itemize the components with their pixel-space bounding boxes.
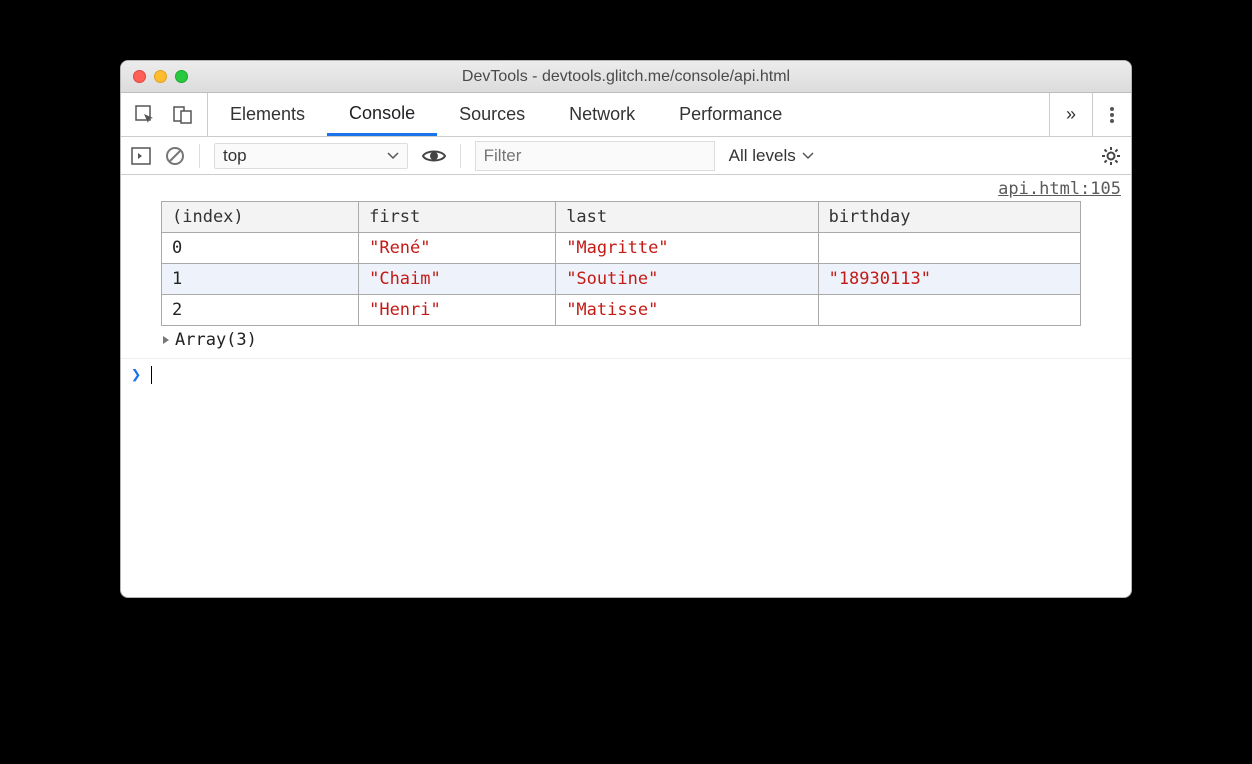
inspect-element-icon[interactable] <box>135 105 155 125</box>
tab-elements[interactable]: Elements <box>208 93 327 136</box>
col-last[interactable]: last <box>556 202 818 233</box>
table-row[interactable]: 1 "Chaim" "Soutine" "18930113" <box>162 264 1081 295</box>
clear-console-icon[interactable] <box>165 146 185 166</box>
tab-network[interactable]: Network <box>547 93 657 136</box>
console-sidebar-toggle-icon[interactable] <box>131 147 151 165</box>
devtools-menu-button[interactable] <box>1092 93 1131 136</box>
console-input[interactable] <box>151 366 1121 384</box>
inspect-controls <box>121 93 208 136</box>
disclosure-triangle-icon <box>161 335 171 345</box>
console-prompt[interactable]: ❯ <box>121 358 1131 391</box>
tab-performance[interactable]: Performance <box>657 93 804 136</box>
table-header-row: (index) first last birthday <box>162 202 1081 233</box>
array-summary[interactable]: Array(3) <box>161 326 1131 350</box>
console-settings-icon[interactable] <box>1101 146 1121 166</box>
cell-first: "Chaim" <box>359 264 556 295</box>
levels-label: All levels <box>729 146 796 166</box>
window-title: DevTools - devtools.glitch.me/console/ap… <box>121 68 1131 86</box>
table-row[interactable]: 2 "Henri" "Matisse" <box>162 295 1081 326</box>
device-toolbar-icon[interactable] <box>173 105 193 125</box>
col-birthday[interactable]: birthday <box>818 202 1080 233</box>
divider <box>460 144 461 168</box>
cell-birthday <box>818 233 1080 264</box>
chevron-down-icon <box>387 152 399 160</box>
cell-last: "Magritte" <box>556 233 818 264</box>
overflow-icon: » <box>1066 104 1076 125</box>
maximize-button[interactable] <box>175 70 188 83</box>
cell-index: 2 <box>162 295 359 326</box>
tab-sources[interactable]: Sources <box>437 93 547 136</box>
traffic-lights <box>121 70 188 83</box>
col-first[interactable]: first <box>359 202 556 233</box>
console-output: api.html:105 (index) first last birthday… <box>121 175 1131 597</box>
cell-first: "Henri" <box>359 295 556 326</box>
console-table-log: (index) first last birthday 0 "René" "Ma… <box>121 201 1131 358</box>
cell-index: 0 <box>162 233 359 264</box>
chevron-down-icon <box>802 152 814 160</box>
titlebar: DevTools - devtools.glitch.me/console/ap… <box>121 61 1131 93</box>
cell-birthday: "18930113" <box>818 264 1080 295</box>
table-row[interactable]: 0 "René" "Magritte" <box>162 233 1081 264</box>
live-expression-icon[interactable] <box>422 148 446 164</box>
console-toolbar: top All levels <box>121 137 1131 175</box>
devtools-window: DevTools - devtools.glitch.me/console/ap… <box>120 60 1132 598</box>
close-button[interactable] <box>133 70 146 83</box>
minimize-button[interactable] <box>154 70 167 83</box>
cell-birthday <box>818 295 1080 326</box>
log-source-link[interactable]: api.html:105 <box>121 175 1131 199</box>
cell-index: 1 <box>162 264 359 295</box>
tabs-overflow-button[interactable]: » <box>1049 93 1092 136</box>
context-value: top <box>223 146 247 166</box>
cell-last: "Matisse" <box>556 295 818 326</box>
tab-bar: Elements Console Sources Network Perform… <box>121 93 1131 137</box>
kebab-icon <box>1109 105 1115 125</box>
prompt-caret-icon: ❯ <box>131 365 141 385</box>
cell-last: "Soutine" <box>556 264 818 295</box>
col-index[interactable]: (index) <box>162 202 359 233</box>
tab-console[interactable]: Console <box>327 93 437 136</box>
tabs: Elements Console Sources Network Perform… <box>208 93 1049 136</box>
array-summary-text: Array(3) <box>175 330 257 350</box>
divider <box>199 144 200 168</box>
console-table: (index) first last birthday 0 "René" "Ma… <box>161 201 1081 326</box>
context-selector[interactable]: top <box>214 143 408 169</box>
cell-first: "René" <box>359 233 556 264</box>
log-levels-selector[interactable]: All levels <box>729 146 814 166</box>
filter-input[interactable] <box>475 141 715 171</box>
